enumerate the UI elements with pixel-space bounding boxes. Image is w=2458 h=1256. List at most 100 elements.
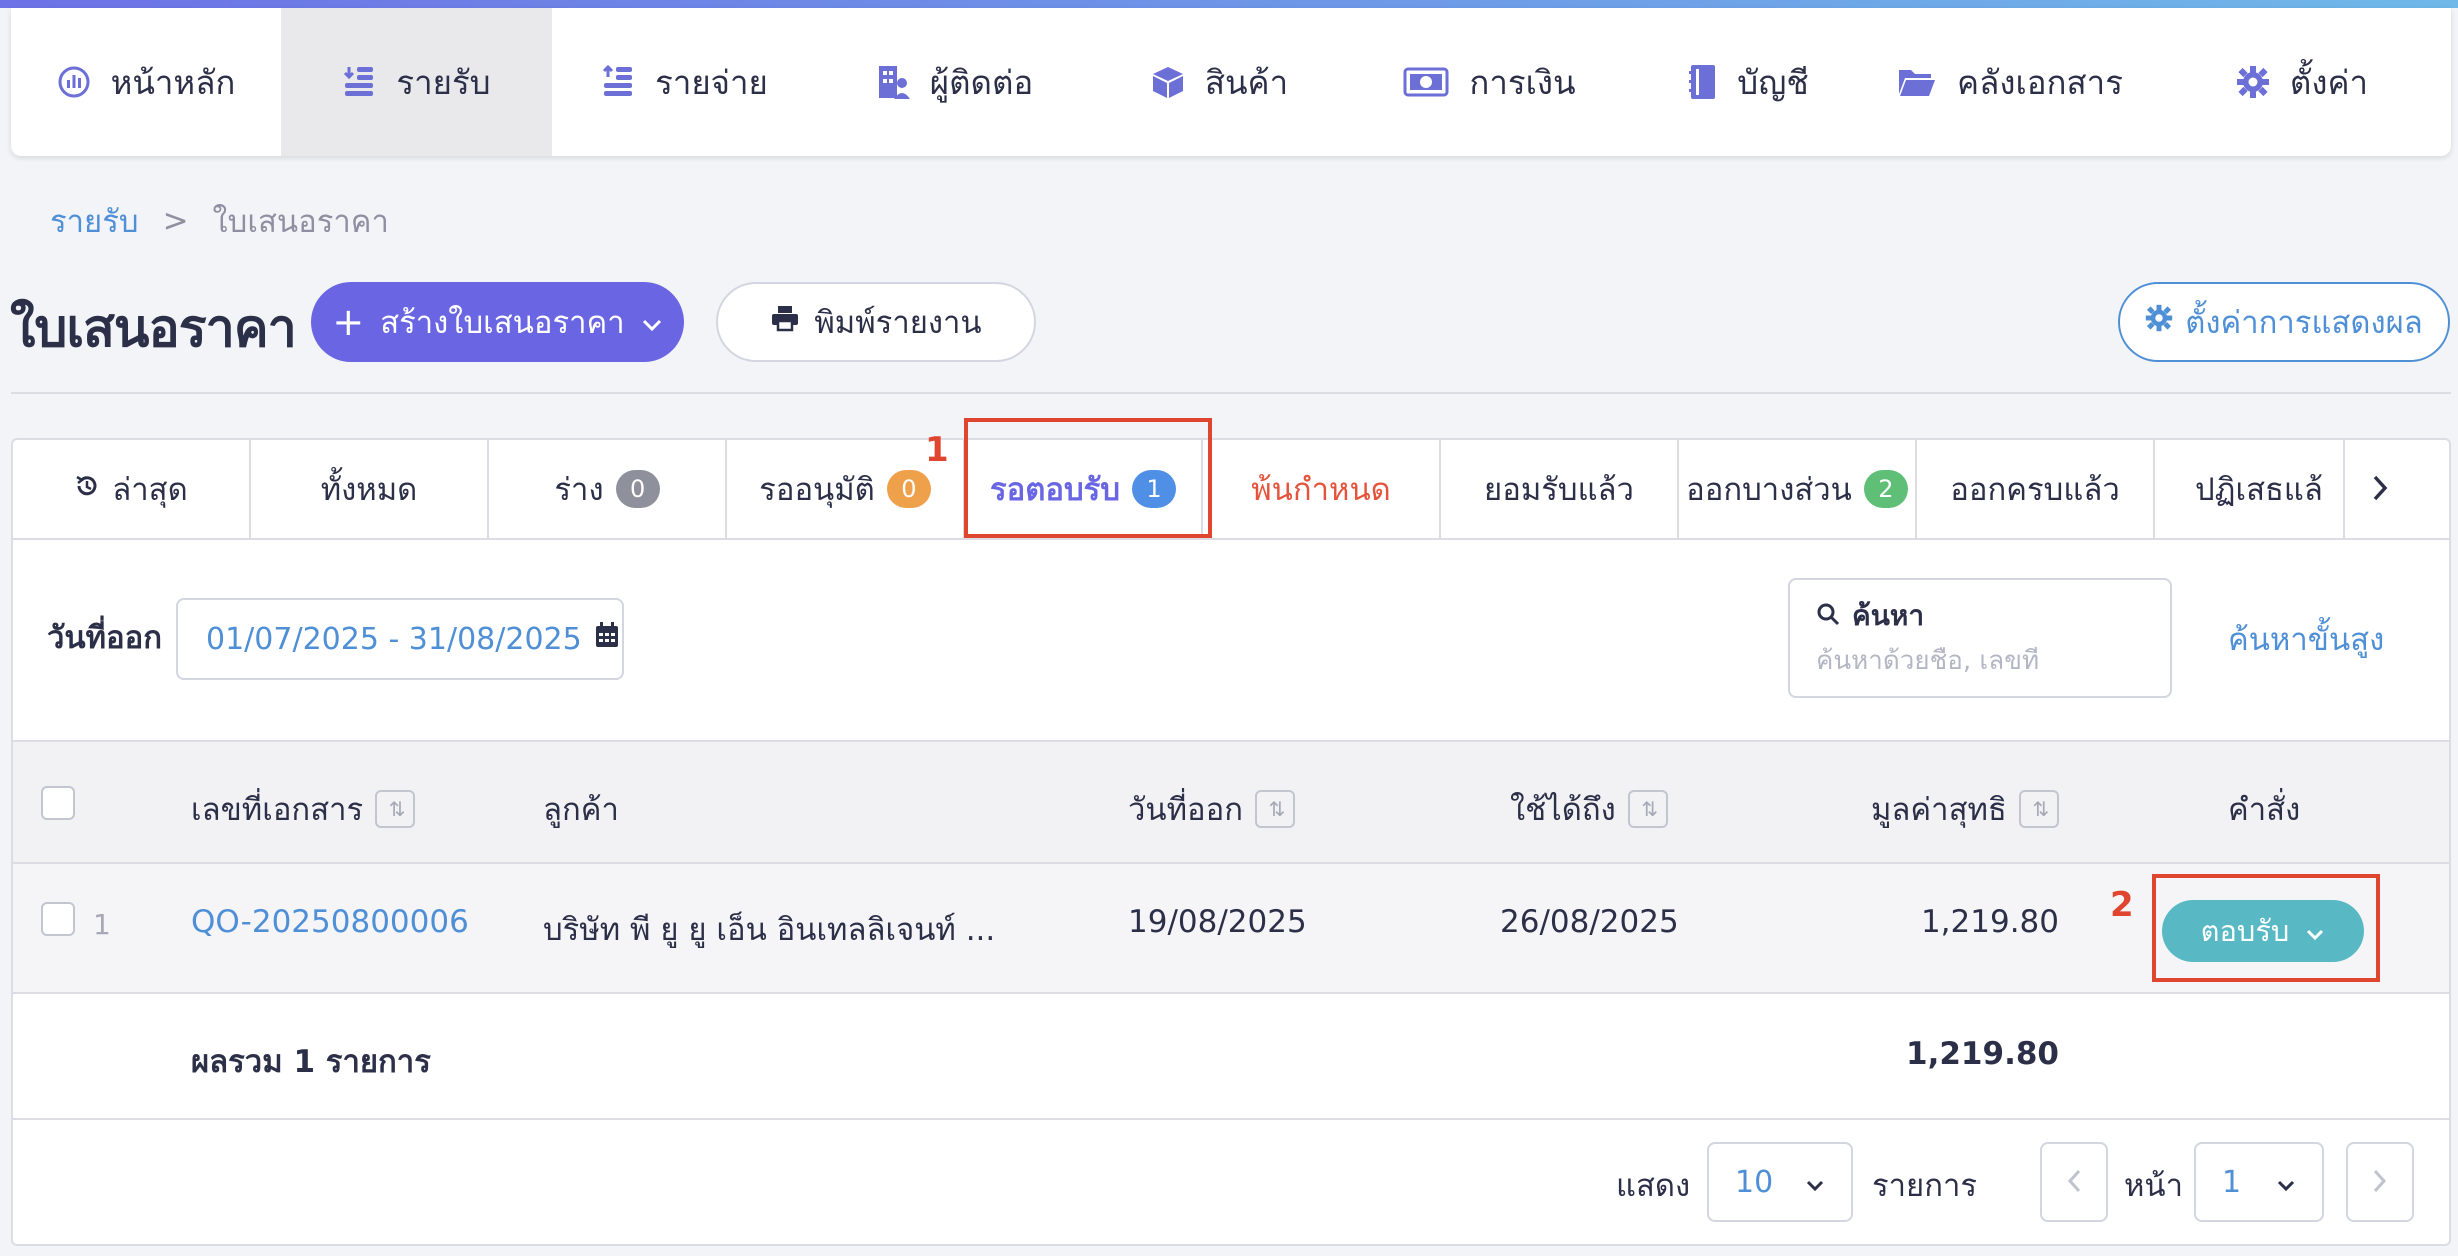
count-badge: 0	[886, 470, 931, 508]
search-label: ค้นหา	[1852, 599, 1925, 632]
column-doc-no[interactable]: เลขที่เอกสาร ⇅	[191, 784, 416, 834]
nav-item-settings[interactable]: ตั้งค่า	[2156, 8, 2448, 156]
prev-page-button[interactable]	[2040, 1142, 2108, 1222]
nav-item-documents[interactable]: คลังเอกสาร	[1864, 8, 2156, 156]
page-value: 1	[2222, 1164, 2242, 1200]
nav-item-label: หน้าหลัก	[110, 62, 236, 102]
net-value: 1,219.80	[1920, 904, 2059, 940]
select-all-checkbox[interactable]	[41, 786, 75, 820]
tab-overdue[interactable]: พ้นกำหนด	[1203, 440, 1441, 538]
create-quotation-button[interactable]: + สร้างใบเสนอราคา	[311, 282, 684, 362]
nav-item-label: ตั้งค่า	[2289, 62, 2369, 102]
issue-date-filter-label: วันที่ออก	[47, 620, 163, 656]
sort-icon[interactable]: ⇅	[1255, 790, 1296, 828]
nav-item-accounting[interactable]: บัญชี	[1632, 8, 1864, 156]
gear-icon	[2145, 304, 2173, 340]
column-issue-date[interactable]: วันที่ออก ⇅	[1128, 784, 1296, 834]
breadcrumb-parent-link[interactable]: รายรับ	[50, 196, 139, 246]
tab-latest[interactable]: ล่าสุด	[13, 440, 251, 538]
tab-label: ปฏิเสธแล้	[2195, 472, 2323, 508]
tab-label: ทั้งหมด	[320, 472, 418, 508]
nav-item-home[interactable]: หน้าหลัก	[11, 8, 281, 156]
nav-item-finance[interactable]: การเงิน	[1347, 8, 1632, 156]
create-quotation-label: สร้างใบเสนอราคา	[380, 305, 625, 341]
tab-fully-issued[interactable]: ออกครบแล้ว	[1917, 440, 2155, 538]
date-range-picker[interactable]: 01/07/2025 - 31/08/2025	[176, 598, 624, 680]
tab-label: ออกบางส่วน	[1686, 472, 1852, 508]
contacts-icon	[876, 63, 910, 101]
customer-name: บริษัท พี ยู ยู เอ็น อินเทลลิเจนท์ ...	[543, 912, 996, 948]
search-box[interactable]: ค้นหา	[1788, 578, 2172, 698]
nav-item-label: ผู้ติดต่อ	[929, 62, 1034, 102]
tab-all[interactable]: ทั้งหมด	[251, 440, 489, 538]
sort-icon[interactable]: ⇅	[375, 790, 416, 828]
print-report-label: พิมพ์รายงาน	[814, 305, 982, 341]
tab-draft[interactable]: ร่าง 0	[489, 440, 727, 538]
ledger-icon	[1687, 63, 1717, 101]
header-divider	[11, 392, 2451, 394]
status-tabs: ล่าสุด ทั้งหมด ร่าง 0 รออนุมัติ 0 รอตอบร…	[13, 440, 2449, 540]
advanced-search-link[interactable]: ค้นหาขั้นสูง	[2228, 614, 2384, 664]
valid-until-date: 26/08/2025	[1500, 904, 1679, 940]
display-settings-button[interactable]: ตั้งค่าการแสดงผล	[2118, 282, 2450, 362]
page-title: ใบเสนอราคา	[10, 299, 297, 359]
box-icon	[1151, 65, 1185, 99]
tabs-scroll-next-button[interactable]	[2343, 440, 2415, 538]
nav-item-contacts[interactable]: ผู้ติดต่อ	[817, 8, 1092, 156]
tab-label: ร่าง	[554, 472, 604, 508]
column-action: คำสั่ง	[2228, 784, 2300, 834]
column-label: ลูกค้า	[543, 792, 619, 828]
breadcrumb-current: ใบเสนอราคา	[212, 204, 389, 240]
income-icon	[342, 63, 376, 101]
nav-item-products[interactable]: สินค้า	[1092, 8, 1347, 156]
next-page-button[interactable]	[2346, 1142, 2414, 1222]
doc-no-link[interactable]: QO-20250800006	[191, 904, 469, 940]
sort-icon[interactable]: ⇅	[2018, 790, 2059, 828]
tab-label: รออนุมัติ	[759, 472, 875, 508]
column-net-value[interactable]: มูลค่าสุทธิ ⇅	[1871, 784, 2059, 834]
search-icon	[1816, 600, 1840, 633]
page-size-value: 10	[1735, 1164, 1774, 1200]
dashboard-icon	[57, 65, 91, 99]
tab-rejected[interactable]: ปฏิเสธแล้	[2155, 440, 2343, 538]
breadcrumb: รายรับ > ใบเสนอราคา	[50, 196, 389, 246]
annotation-box-step1	[964, 418, 1212, 538]
nav-item-income[interactable]: รายรับ	[281, 8, 552, 156]
column-valid-until[interactable]: ใช้ได้ถึง ⇅	[1510, 784, 1668, 834]
sort-icon[interactable]: ⇅	[1627, 790, 1668, 828]
page-select[interactable]: 1	[2194, 1142, 2324, 1222]
tab-partially-issued[interactable]: ออกบางส่วน 2	[1679, 440, 1917, 538]
quotation-list-card: ล่าสุด ทั้งหมด ร่าง 0 รออนุมัติ 0 รอตอบร…	[11, 438, 2451, 1246]
nav-item-label: รายจ่าย	[655, 62, 768, 102]
chevron-down-icon	[1805, 1165, 1825, 1200]
display-settings-label: ตั้งค่าการแสดงผล	[2185, 305, 2423, 341]
tab-label: พ้นกำหนด	[1251, 472, 1391, 508]
chevron-down-icon	[641, 304, 663, 340]
column-label: เลขที่เอกสาร	[191, 792, 364, 828]
money-icon	[1403, 66, 1449, 98]
search-title: ค้นหา	[1816, 594, 2144, 638]
search-input[interactable]	[1816, 646, 2144, 676]
main-nav: หน้าหลัก รายรับ รายจ่าย ผู้ติดต่อ สินค้า…	[11, 8, 2451, 156]
nav-item-label: บัญชี	[1737, 62, 1809, 102]
gear-icon	[2236, 65, 2270, 99]
print-report-button[interactable]: พิมพ์รายงาน	[716, 282, 1036, 362]
tab-label: ออกครบแล้ว	[1950, 472, 2120, 508]
nav-item-expense[interactable]: รายจ่าย	[552, 8, 817, 156]
table-total-row: ผลรวม 1 รายการ 1,219.80	[13, 994, 2449, 1120]
tab-accepted[interactable]: ยอมรับแล้ว	[1441, 440, 1679, 538]
table-header: เลขที่เอกสาร ⇅ ลูกค้า วันที่ออก ⇅ ใช้ได้…	[13, 740, 2449, 864]
printer-icon	[770, 304, 800, 340]
page-size-select[interactable]: 10	[1707, 1142, 1853, 1222]
annotation-number-step1: 1	[925, 430, 949, 470]
row-checkbox[interactable]	[41, 902, 75, 936]
tab-label: ยอมรับแล้ว	[1484, 472, 1634, 508]
breadcrumb-separator: >	[162, 203, 189, 239]
page-label: หน้า	[2124, 1168, 2184, 1204]
total-label: ผลรวม 1 รายการ	[191, 1044, 431, 1080]
table-row[interactable]: 1 QO-20250800006 บริษัท พี ยู ยู เอ็น อิ…	[13, 864, 2449, 994]
chevron-right-icon	[2371, 467, 2389, 511]
expense-icon	[601, 63, 635, 101]
date-range-value: 01/07/2025 - 31/08/2025	[206, 621, 582, 657]
nav-item-label: คลังเอกสาร	[1957, 62, 2123, 102]
